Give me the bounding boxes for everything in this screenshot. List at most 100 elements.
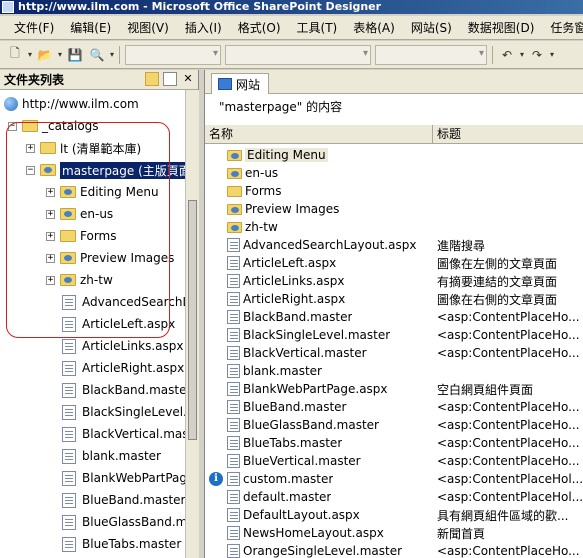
list-item[interactable]: ArticleRight.aspx 圖像在右側的文章頁面 bbox=[205, 290, 583, 308]
undo-icon[interactable]: ↶ bbox=[496, 45, 518, 65]
scrollbar-thumb[interactable] bbox=[188, 200, 197, 440]
list-item[interactable]: BlackVertical.master <asp:ContentPlaceHo.… bbox=[205, 344, 583, 362]
preview-dropdown-icon[interactable]: ▾ bbox=[108, 50, 116, 59]
menu-data-view[interactable]: 数据视图(D) bbox=[460, 18, 543, 38]
menu-view[interactable]: 视图(V) bbox=[119, 18, 177, 38]
collapse-icon[interactable]: − bbox=[8, 121, 17, 131]
expand-icon[interactable]: + bbox=[46, 187, 55, 197]
menu-table[interactable]: 表格(A) bbox=[345, 18, 403, 38]
list-item[interactable]: ArticleLeft.aspx 圖像在左側的文章頁面 bbox=[205, 254, 583, 272]
list-item[interactable]: NewsHomeLayout.aspx 新聞首頁 bbox=[205, 524, 583, 542]
list-item[interactable]: blank.master bbox=[205, 362, 583, 380]
tree-item-file[interactable]: BlackSingleLevel.r bbox=[62, 402, 192, 422]
tree-item-file[interactable]: BlackBand.master bbox=[62, 380, 191, 400]
column-header-title[interactable]: 标题 bbox=[433, 125, 583, 143]
list-item-title: <asp:ContentPlaceHo... bbox=[437, 544, 580, 558]
web-folder-icon bbox=[60, 252, 76, 264]
menu-file[interactable]: 文件(F) bbox=[6, 18, 62, 38]
save-icon[interactable]: 💾 bbox=[64, 45, 86, 65]
new-folder-icon[interactable] bbox=[145, 72, 159, 86]
list-item[interactable]: BlueVertical.master <asp:ContentPlaceHo..… bbox=[205, 452, 583, 470]
redo-icon[interactable]: ↷ bbox=[526, 45, 548, 65]
folder-list-header: 文件夹列表 ✕ bbox=[0, 70, 198, 90]
list-item-title: 有摘要連結的文章頁面 bbox=[437, 274, 558, 289]
tree-item-zh-tw[interactable]: + zh-tw bbox=[46, 270, 113, 290]
list-item-title: 具有網頁組件區域的歡... bbox=[437, 508, 569, 523]
expand-icon[interactable]: + bbox=[46, 253, 55, 263]
menu-format[interactable]: 格式(O) bbox=[230, 18, 289, 38]
redo-dropdown-icon[interactable]: ▾ bbox=[548, 50, 556, 59]
expand-icon[interactable]: + bbox=[46, 209, 55, 219]
new-page-icon[interactable]: 🗋 bbox=[4, 45, 26, 65]
file-icon bbox=[62, 426, 76, 442]
tree-item-file[interactable]: AdvancedSearchL bbox=[62, 292, 189, 312]
list-item-title: <asp:ContentPlaceHo... bbox=[437, 454, 580, 468]
undo-dropdown-icon[interactable]: ▾ bbox=[518, 50, 526, 59]
close-icon[interactable]: ✕ bbox=[181, 72, 195, 86]
tree-item-file[interactable]: BlueTabs.master bbox=[62, 534, 181, 554]
tree-item-file[interactable]: BlankWebPartPag bbox=[62, 468, 187, 488]
tree-item-en-us[interactable]: + en-us bbox=[46, 204, 113, 224]
menu-bar: 文件(F) 编辑(E) 视图(V) 插入(I) 格式(O) 工具(T) 表格(A… bbox=[0, 16, 583, 40]
menu-site[interactable]: 网站(S) bbox=[403, 18, 460, 38]
tree-item-catalogs[interactable]: − _catalogs bbox=[8, 116, 99, 136]
tree-item-file[interactable]: BlueBand.master bbox=[62, 490, 186, 510]
open-folder-icon[interactable]: 📂 bbox=[34, 45, 56, 65]
expand-icon[interactable]: + bbox=[46, 275, 55, 285]
tree-item-file[interactable]: ArticleLeft.aspx bbox=[62, 314, 175, 334]
list-item[interactable]: BlankWebPartPage.aspx 空白網頁組件頁面 bbox=[205, 380, 583, 398]
list-item-name: BlueTabs.master bbox=[227, 436, 342, 450]
menu-task-panes[interactable]: 任务窗格(K) bbox=[542, 18, 583, 38]
tree-item-forms[interactable]: + Forms bbox=[46, 226, 116, 246]
new-page-icon[interactable] bbox=[163, 72, 177, 86]
list-item-title: <asp:ContentPlaceHol... bbox=[437, 490, 583, 504]
folder-list-title: 文件夹列表 bbox=[4, 73, 65, 87]
list-item[interactable]: Editing Menu bbox=[205, 146, 583, 164]
menu-insert[interactable]: 插入(I) bbox=[177, 18, 230, 38]
list-item[interactable]: BlueTabs.master <asp:ContentPlaceHo... bbox=[205, 434, 583, 452]
expand-icon[interactable]: + bbox=[46, 231, 55, 241]
list-item[interactable]: en-us bbox=[205, 164, 583, 182]
folder-icon bbox=[22, 120, 38, 132]
list-item[interactable]: OrangeSingleLevel.master <asp:ContentPlac… bbox=[205, 542, 583, 558]
tree-item-file[interactable]: BlueGlassBand.m bbox=[62, 512, 187, 532]
list-item[interactable]: BlackSingleLevel.master <asp:ContentPlace… bbox=[205, 326, 583, 344]
list-item[interactable]: ArticleLinks.aspx 有摘要連結的文章頁面 bbox=[205, 272, 583, 290]
tree-item-file[interactable]: ArticleLinks.aspx bbox=[62, 336, 183, 356]
tree-item-root[interactable]: http://www.ilm.com bbox=[4, 94, 139, 114]
menu-tools[interactable]: 工具(T) bbox=[289, 18, 346, 38]
toolbar-separator bbox=[119, 45, 120, 64]
list-item[interactable]: BlackBand.master <asp:ContentPlaceHo... bbox=[205, 308, 583, 326]
menu-edit[interactable]: 编辑(E) bbox=[62, 18, 119, 38]
app-icon bbox=[2, 1, 14, 13]
list-item[interactable]: zh-tw bbox=[205, 218, 583, 236]
open-dropdown-icon[interactable]: ▾ bbox=[56, 50, 64, 59]
tree-item-masterpage[interactable]: − masterpage (主版頁面 bbox=[26, 160, 193, 180]
tab-site[interactable]: 网站 bbox=[211, 73, 270, 94]
collapse-icon[interactable]: − bbox=[26, 165, 35, 175]
list-item[interactable]: Forms bbox=[205, 182, 583, 200]
list-item[interactable]: BlueGlassBand.master <asp:ContentPlaceHo.… bbox=[205, 416, 583, 434]
preview-icon[interactable]: 🔍 bbox=[86, 45, 108, 65]
tree-item-file[interactable]: ArticleRight.aspx bbox=[62, 358, 184, 378]
list-item-name: BlankWebPartPage.aspx bbox=[227, 382, 388, 396]
font-combo[interactable] bbox=[225, 44, 371, 65]
column-header-name[interactable]: 名称 bbox=[205, 125, 433, 143]
tree-item-lt[interactable]: + lt (清單範本庫) bbox=[26, 138, 141, 158]
list-item[interactable]: BlueBand.master <asp:ContentPlaceHo... bbox=[205, 398, 583, 416]
list-item[interactable]: default.master <asp:ContentPlaceHol... bbox=[205, 488, 583, 506]
list-item[interactable]: DefaultLayout.aspx 具有網頁組件區域的歡... bbox=[205, 506, 583, 524]
list-item[interactable]: Preview Images bbox=[205, 200, 583, 218]
tree-item-editing-menu[interactable]: + Editing Menu bbox=[46, 182, 159, 202]
style-combo[interactable] bbox=[125, 44, 221, 65]
list-item[interactable]: AdvancedSearchLayout.aspx 進階搜尋 bbox=[205, 236, 583, 254]
tree-item-file[interactable]: BlackVertical.mast bbox=[62, 424, 193, 444]
list-item[interactable]: i custom.master <asp:ContentPlaceHol... bbox=[205, 470, 583, 488]
tree-item-preview-images[interactable]: + Preview Images bbox=[46, 248, 174, 268]
expand-icon[interactable]: + bbox=[26, 143, 35, 153]
tree-item-file[interactable]: blank.master bbox=[62, 446, 161, 466]
vertical-scrollbar[interactable] bbox=[185, 90, 199, 558]
file-icon bbox=[227, 346, 240, 360]
size-combo[interactable] bbox=[375, 44, 487, 65]
new-dropdown-icon[interactable]: ▾ bbox=[26, 50, 34, 59]
